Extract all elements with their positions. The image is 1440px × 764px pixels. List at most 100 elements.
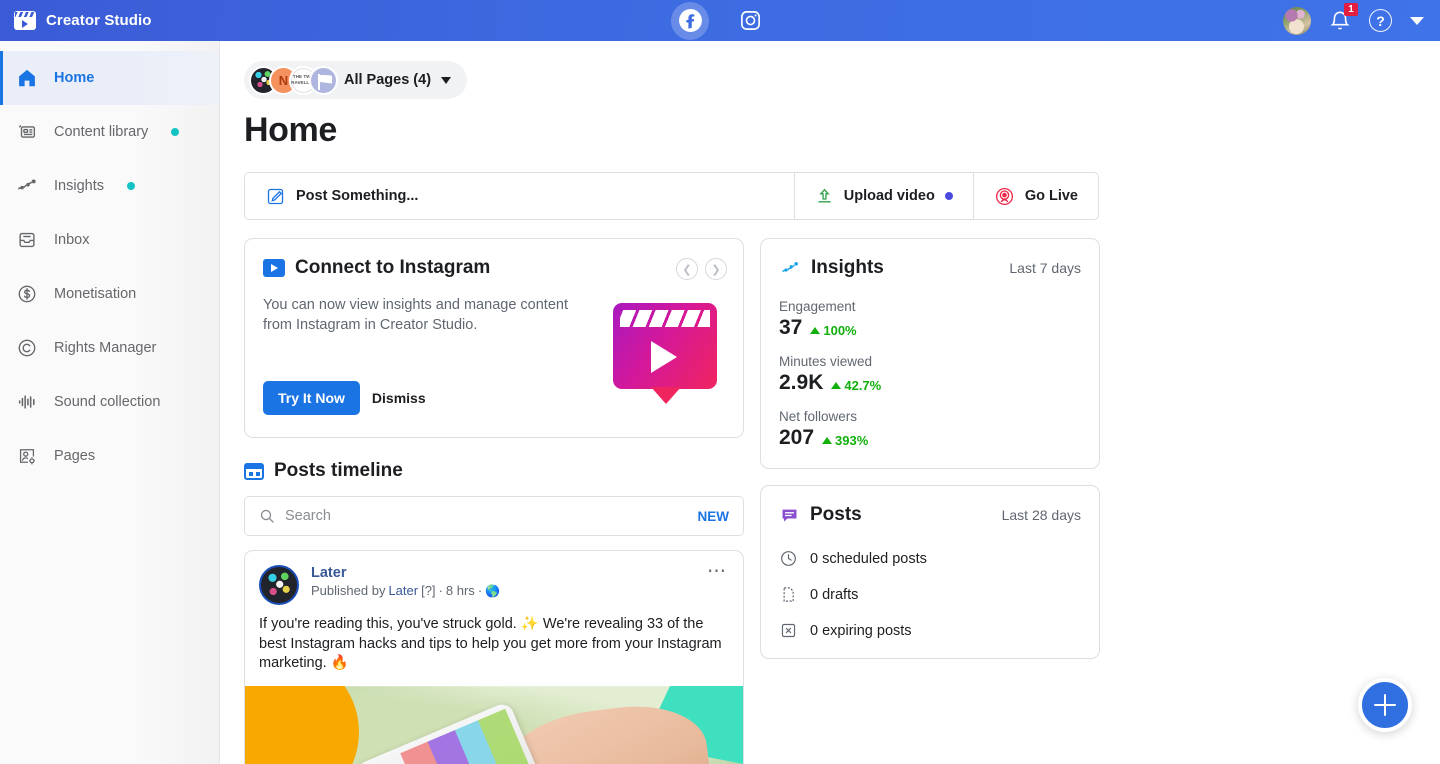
- metric-minutes-viewed: Minutes viewed 2.9K 42.7%: [779, 354, 1081, 395]
- posts-card-header: Posts Last 28 days: [761, 486, 1099, 526]
- sidebar-item-monetisation[interactable]: Monetisation: [0, 267, 219, 321]
- trend-up-icon: [831, 382, 842, 389]
- creator-studio-play-icon: [263, 259, 285, 277]
- insights-card: Insights Last 7 days Engagement 37 100%: [760, 238, 1100, 469]
- metric-delta: 42.7%: [831, 378, 881, 393]
- post-author-name[interactable]: Later: [311, 565, 500, 581]
- metric-value: 2.9K: [779, 371, 824, 394]
- library-icon: [18, 125, 36, 138]
- promo-title: Connect to Instagram: [295, 257, 491, 278]
- help-button[interactable]: ?: [1369, 9, 1392, 32]
- search-icon: [260, 509, 274, 523]
- connect-instagram-card: Connect to Instagram ❮ ❯ You can now vie…: [244, 238, 744, 438]
- posts-date-range: Last 28 days: [1001, 507, 1081, 523]
- sidebar-item-label: Inbox: [54, 232, 90, 248]
- sidebar-item-label: Home: [54, 70, 95, 86]
- published-marker: [?]: [421, 583, 436, 598]
- page-title: Home: [244, 111, 337, 149]
- sidebar-item-content-library[interactable]: Content library: [0, 105, 219, 159]
- upload-icon: [818, 188, 831, 203]
- published-author-link[interactable]: Later: [388, 583, 418, 598]
- copyright-icon: [18, 339, 36, 357]
- waveform-icon: [18, 395, 35, 409]
- promo-carousel-nav: ❮ ❯: [676, 258, 727, 280]
- metric-row: 2.9K 42.7%: [779, 371, 1081, 395]
- right-column: Insights Last 7 days Engagement 37 100%: [760, 238, 1100, 764]
- sidebar-item-label: Content library: [54, 124, 149, 140]
- post-author-avatar[interactable]: [259, 565, 299, 605]
- posts-row-scheduled[interactable]: 0 scheduled posts: [779, 549, 1081, 568]
- post-body-text: If you're reading this, you've struck go…: [259, 616, 722, 671]
- carousel-prev-chevron-left-icon[interactable]: ❮: [676, 258, 698, 280]
- user-avatar[interactable]: [1283, 6, 1311, 35]
- upload-video-label: Upload video: [843, 188, 935, 204]
- expiring-icon: [781, 623, 796, 638]
- sidebar-item-home[interactable]: Home: [0, 51, 219, 105]
- clock-icon: [781, 551, 796, 566]
- carousel-next-chevron-right-icon[interactable]: ❯: [705, 258, 727, 280]
- post-time: 8 hrs: [445, 583, 475, 598]
- instagram-clapperboard-illustration: [613, 303, 717, 389]
- posts-card: Posts Last 28 days 0 scheduled posts 0 d…: [760, 485, 1100, 659]
- post-options-menu-icon[interactable]: ⋯: [707, 562, 727, 581]
- left-column: Connect to Instagram ❮ ❯ You can now vie…: [244, 238, 744, 764]
- create-button[interactable]: [1358, 678, 1412, 732]
- content-columns: Connect to Instagram ❮ ❯ You can now vie…: [244, 238, 1440, 764]
- sidebar-item-insights[interactable]: Insights: [0, 159, 219, 213]
- notification-badge: 1: [1344, 2, 1358, 16]
- go-live-broadcast-icon: [995, 187, 1013, 205]
- posts-timeline-header: Posts timeline: [244, 460, 744, 482]
- main-content: N THE TWO TRAVELLERS All Pages (4) Home …: [220, 41, 1440, 764]
- facebook-icon: [678, 9, 702, 32]
- metric-net-followers: Net followers 207 393%: [779, 409, 1081, 450]
- metric-delta-value: 393%: [835, 433, 869, 448]
- notifications-button[interactable]: 1: [1329, 2, 1358, 33]
- metric-engagement: Engagement 37 100%: [779, 299, 1081, 340]
- pages-icon: [19, 449, 35, 465]
- new-feature-dot-icon: [944, 192, 953, 200]
- post-image[interactable]: [245, 685, 743, 764]
- insights-date-range: Last 7 days: [1009, 260, 1081, 276]
- sidebar-item-pages[interactable]: Pages: [0, 429, 219, 483]
- metric-delta: 100%: [810, 323, 857, 338]
- new-badge-dot-icon: [126, 182, 135, 190]
- go-live-label: Go Live: [1024, 188, 1078, 204]
- posts-speech-icon: [782, 509, 797, 522]
- sidebar-item-inbox[interactable]: Inbox: [0, 213, 219, 267]
- post-meta: Later Published by Later [?] · 8 hrs · 🌎: [311, 565, 500, 605]
- post-subtitle: Published by Later [?] · 8 hrs · 🌎: [311, 583, 500, 598]
- metric-delta-value: 42.7%: [844, 378, 882, 393]
- document-icon: [783, 587, 794, 602]
- inbox-icon: [19, 232, 35, 248]
- metric-value: 37: [779, 316, 803, 339]
- instagram-tab[interactable]: [731, 2, 769, 40]
- post-something-button[interactable]: Post Something...: [245, 173, 794, 219]
- metric-row: 37 100%: [779, 316, 1081, 340]
- dismiss-button[interactable]: Dismiss: [372, 390, 426, 406]
- new-filter-label[interactable]: NEW: [698, 509, 730, 524]
- promo-header: Connect to Instagram: [263, 257, 725, 279]
- insights-icon: [782, 262, 798, 272]
- account-menu-chevron-down-icon[interactable]: [1410, 16, 1424, 25]
- page-selector[interactable]: N THE TWO TRAVELLERS All Pages (4): [244, 61, 468, 99]
- clapperboard-pointer: [651, 387, 681, 404]
- sidebar-item-rights-manager[interactable]: Rights Manager: [0, 321, 219, 375]
- go-live-button[interactable]: Go Live: [974, 173, 1098, 219]
- published-prefix: Published by: [311, 583, 386, 598]
- home-icon: [19, 69, 35, 87]
- posts-row-expiring[interactable]: 0 expiring posts: [779, 621, 1081, 640]
- trend-up-icon: [822, 437, 833, 444]
- facebook-tab[interactable]: [671, 1, 709, 40]
- posts-row-drafts[interactable]: 0 drafts: [779, 585, 1081, 604]
- try-it-now-button[interactable]: Try It Now: [263, 381, 360, 415]
- instagram-icon: [740, 11, 760, 30]
- timeline-search-row[interactable]: NEW: [244, 496, 744, 536]
- posts-row-label: 0 scheduled posts: [810, 550, 927, 567]
- composer-action-bar: Post Something... Upload video Go Live: [244, 172, 1099, 220]
- search-input[interactable]: [285, 508, 698, 524]
- upload-video-button[interactable]: Upload video: [795, 173, 973, 219]
- metric-value: 207: [779, 426, 815, 449]
- sidebar-item-sound-collection[interactable]: Sound collection: [0, 375, 219, 429]
- insights-metrics: Engagement 37 100% Minutes viewed 2.9K 4…: [761, 279, 1099, 468]
- metric-label: Engagement: [779, 299, 856, 314]
